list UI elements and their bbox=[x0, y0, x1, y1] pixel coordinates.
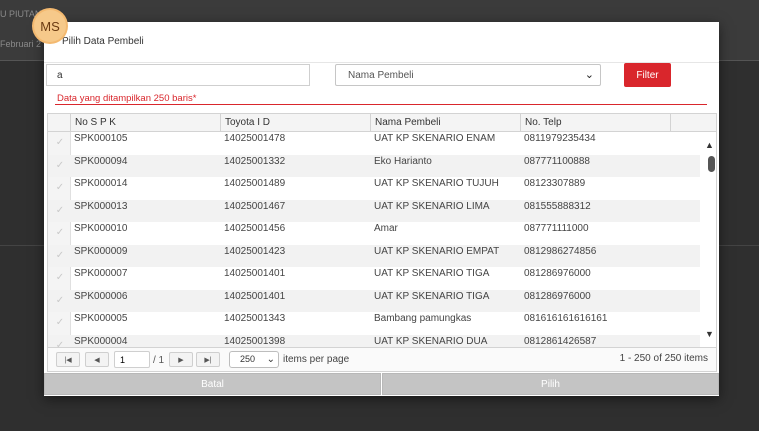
row-check-icon[interactable]: ✓ bbox=[53, 294, 67, 308]
table-row[interactable]: ✓ SPK000094 14025001332 Eko Harianto 0877711… bbox=[48, 154, 700, 177]
table-row[interactable]: ✓ SPK000010 14025001456 Amar 087771111000 bbox=[48, 222, 700, 245]
row-check-icon[interactable]: ✓ bbox=[53, 204, 67, 218]
cell-toyota-id: 14025001467 bbox=[224, 200, 286, 212]
cell-phone: 081616161616161 bbox=[524, 313, 608, 324]
cell-phone: 0812986274856 bbox=[524, 245, 597, 257]
pager-info: 1 - 250 of 250 items bbox=[619, 353, 708, 364]
page-size-select[interactable]: 250 ⌄ bbox=[229, 351, 279, 368]
row-check-icon[interactable]: ✓ bbox=[53, 159, 67, 173]
cell-phone: 081555888312 bbox=[524, 200, 591, 212]
scrollbar-thumb[interactable] bbox=[708, 156, 715, 172]
cell-toyota-id: 14025001332 bbox=[224, 155, 286, 167]
buyer-grid: No S P K Toyota I D Nama Pembeli No. Tel… bbox=[47, 113, 717, 348]
row-check-icon[interactable]: ✓ bbox=[53, 226, 67, 240]
cell-spk: SPK000009 bbox=[74, 245, 128, 257]
grid-pager: |◀ ◀ / 1 ▶ ▶| 250 ⌄ items per page 1 - 2… bbox=[47, 348, 717, 372]
table-row[interactable]: ✓ SPK000005 14025001343 Bambang pamungkas 08… bbox=[48, 312, 700, 335]
cell-toyota-id: 14025001489 bbox=[224, 178, 286, 189]
table-row[interactable]: ✓ SPK000007 14025001401 UAT KP SKENARIO TIG… bbox=[48, 267, 700, 290]
column-header-spk[interactable]: No S P K bbox=[70, 114, 220, 131]
table-row[interactable]: ✓ SPK000105 14025001478 UAT KP SKENARIO ENA… bbox=[48, 132, 700, 155]
cell-buyer-name: UAT KP SKENARIO TIGA bbox=[374, 290, 490, 302]
cell-buyer-name: Bambang pamungkas bbox=[374, 313, 472, 324]
scroll-down-arrow-icon[interactable]: ▼ bbox=[705, 329, 714, 339]
cell-toyota-id: 14025001398 bbox=[224, 335, 286, 347]
row-check-icon[interactable]: ✓ bbox=[53, 316, 67, 330]
filter-field-select[interactable]: Nama Pembeli ⌄ bbox=[335, 64, 601, 86]
cell-toyota-id: 14025001423 bbox=[224, 245, 286, 257]
header-checkbox-column bbox=[48, 114, 70, 131]
filter-button[interactable]: Filter bbox=[624, 63, 671, 87]
cell-spk: SPK000004 bbox=[74, 335, 128, 347]
row-check-icon[interactable]: ✓ bbox=[53, 136, 67, 150]
row-check-icon[interactable]: ✓ bbox=[53, 181, 67, 195]
last-page-button[interactable]: ▶| bbox=[196, 352, 220, 367]
cell-spk: SPK000005 bbox=[74, 313, 128, 324]
select-button[interactable]: Pilih bbox=[382, 373, 719, 395]
cell-spk: SPK000007 bbox=[74, 268, 128, 279]
table-row[interactable]: ✓ SPK000004 14025001398 UAT KP SKENARIO DUA… bbox=[48, 334, 700, 348]
cell-toyota-id: 14025001401 bbox=[224, 290, 286, 302]
page-size-value: 250 bbox=[240, 354, 256, 364]
dialog-title: Pilih Data Pembeli bbox=[62, 36, 144, 47]
cell-phone: 087771100888 bbox=[524, 155, 590, 167]
note-underline bbox=[55, 104, 707, 105]
scroll-up-arrow-icon[interactable]: ▲ bbox=[705, 140, 714, 150]
cancel-button[interactable]: Batal bbox=[44, 373, 381, 395]
row-count-note: Data yang ditampilkan 250 baris* bbox=[57, 93, 197, 104]
column-header-spacer bbox=[670, 114, 716, 131]
background-date: Februari 2 bbox=[0, 39, 42, 49]
previous-page-button[interactable]: ◀ bbox=[85, 352, 109, 367]
cell-spk: SPK000094 bbox=[74, 155, 128, 167]
cell-phone: 0812861426587 bbox=[524, 335, 597, 347]
grid-header: No S P K Toyota I D Nama Pembeli No. Tel… bbox=[48, 114, 716, 132]
cell-phone: 087771111000 bbox=[524, 223, 589, 234]
avatar[interactable]: MS bbox=[34, 10, 66, 42]
table-row[interactable]: ✓ SPK000009 14025001423 UAT KP SKENARIO EMP… bbox=[48, 244, 700, 267]
cell-buyer-name: UAT KP SKENARIO ENAM bbox=[374, 133, 496, 144]
row-check-icon[interactable]: ✓ bbox=[53, 271, 67, 285]
cell-buyer-name: UAT KP SKENARIO TIGA bbox=[374, 268, 490, 279]
cell-buyer-name: UAT KP SKENARIO DUA bbox=[374, 335, 488, 347]
cell-buyer-name: UAT KP SKENARIO LIMA bbox=[374, 200, 490, 212]
total-pages: / 1 bbox=[153, 355, 165, 366]
cell-toyota-id: 14025001401 bbox=[224, 268, 286, 279]
cell-buyer-name: UAT KP SKENARIO TUJUH bbox=[374, 178, 499, 189]
cell-spk: SPK000006 bbox=[74, 290, 128, 302]
search-input[interactable] bbox=[46, 64, 310, 86]
grid-rows: ✓ SPK000105 14025001478 UAT KP SKENARIO ENA… bbox=[48, 132, 700, 348]
column-header-toyota-id[interactable]: Toyota I D bbox=[220, 114, 370, 131]
filter-field-value: Nama Pembeli bbox=[348, 69, 414, 81]
page-number-input[interactable] bbox=[114, 351, 150, 368]
chevron-down-icon: ⌄ bbox=[266, 354, 275, 365]
cell-spk: SPK000010 bbox=[74, 223, 128, 234]
page-size-label: items per page bbox=[283, 354, 350, 365]
table-row[interactable]: ✓ SPK000014 14025001489 UAT KP SKENARIO TUJ… bbox=[48, 177, 700, 200]
cell-toyota-id: 14025001343 bbox=[224, 313, 286, 324]
cell-spk: SPK000013 bbox=[74, 200, 128, 212]
cell-buyer-name: UAT KP SKENARIO EMPAT bbox=[374, 245, 500, 257]
row-check-icon[interactable]: ✓ bbox=[53, 339, 67, 348]
table-row[interactable]: ✓ SPK000013 14025001467 UAT KP SKENARIO LIM… bbox=[48, 199, 700, 222]
cell-phone: 081286976000 bbox=[524, 268, 591, 279]
cell-toyota-id: 14025001478 bbox=[224, 133, 286, 144]
first-page-button[interactable]: |◀ bbox=[56, 352, 80, 367]
cell-buyer-name: Amar bbox=[374, 223, 398, 234]
chevron-down-icon: ⌄ bbox=[584, 69, 594, 81]
column-header-phone[interactable]: No. Telp bbox=[520, 114, 670, 131]
cell-phone: 08123307889 bbox=[524, 178, 586, 189]
column-header-buyer-name[interactable]: Nama Pembeli bbox=[370, 114, 520, 131]
dialog-header: Pilih Data Pembeli bbox=[44, 22, 719, 63]
row-check-icon[interactable]: ✓ bbox=[53, 249, 67, 263]
cell-buyer-name: Eko Harianto bbox=[374, 155, 432, 167]
cell-toyota-id: 14025001456 bbox=[224, 223, 286, 234]
select-buyer-dialog: Pilih Data Pembeli Nama Pembeli ⌄ Filter… bbox=[44, 22, 719, 396]
cell-phone: 0811979235434 bbox=[524, 133, 596, 144]
next-page-button[interactable]: ▶ bbox=[169, 352, 193, 367]
cell-spk: SPK000105 bbox=[74, 133, 128, 144]
cell-spk: SPK000014 bbox=[74, 178, 128, 189]
cell-phone: 081286976000 bbox=[524, 290, 591, 302]
table-row[interactable]: ✓ SPK000006 14025001401 UAT KP SKENARIO TIG… bbox=[48, 289, 700, 312]
